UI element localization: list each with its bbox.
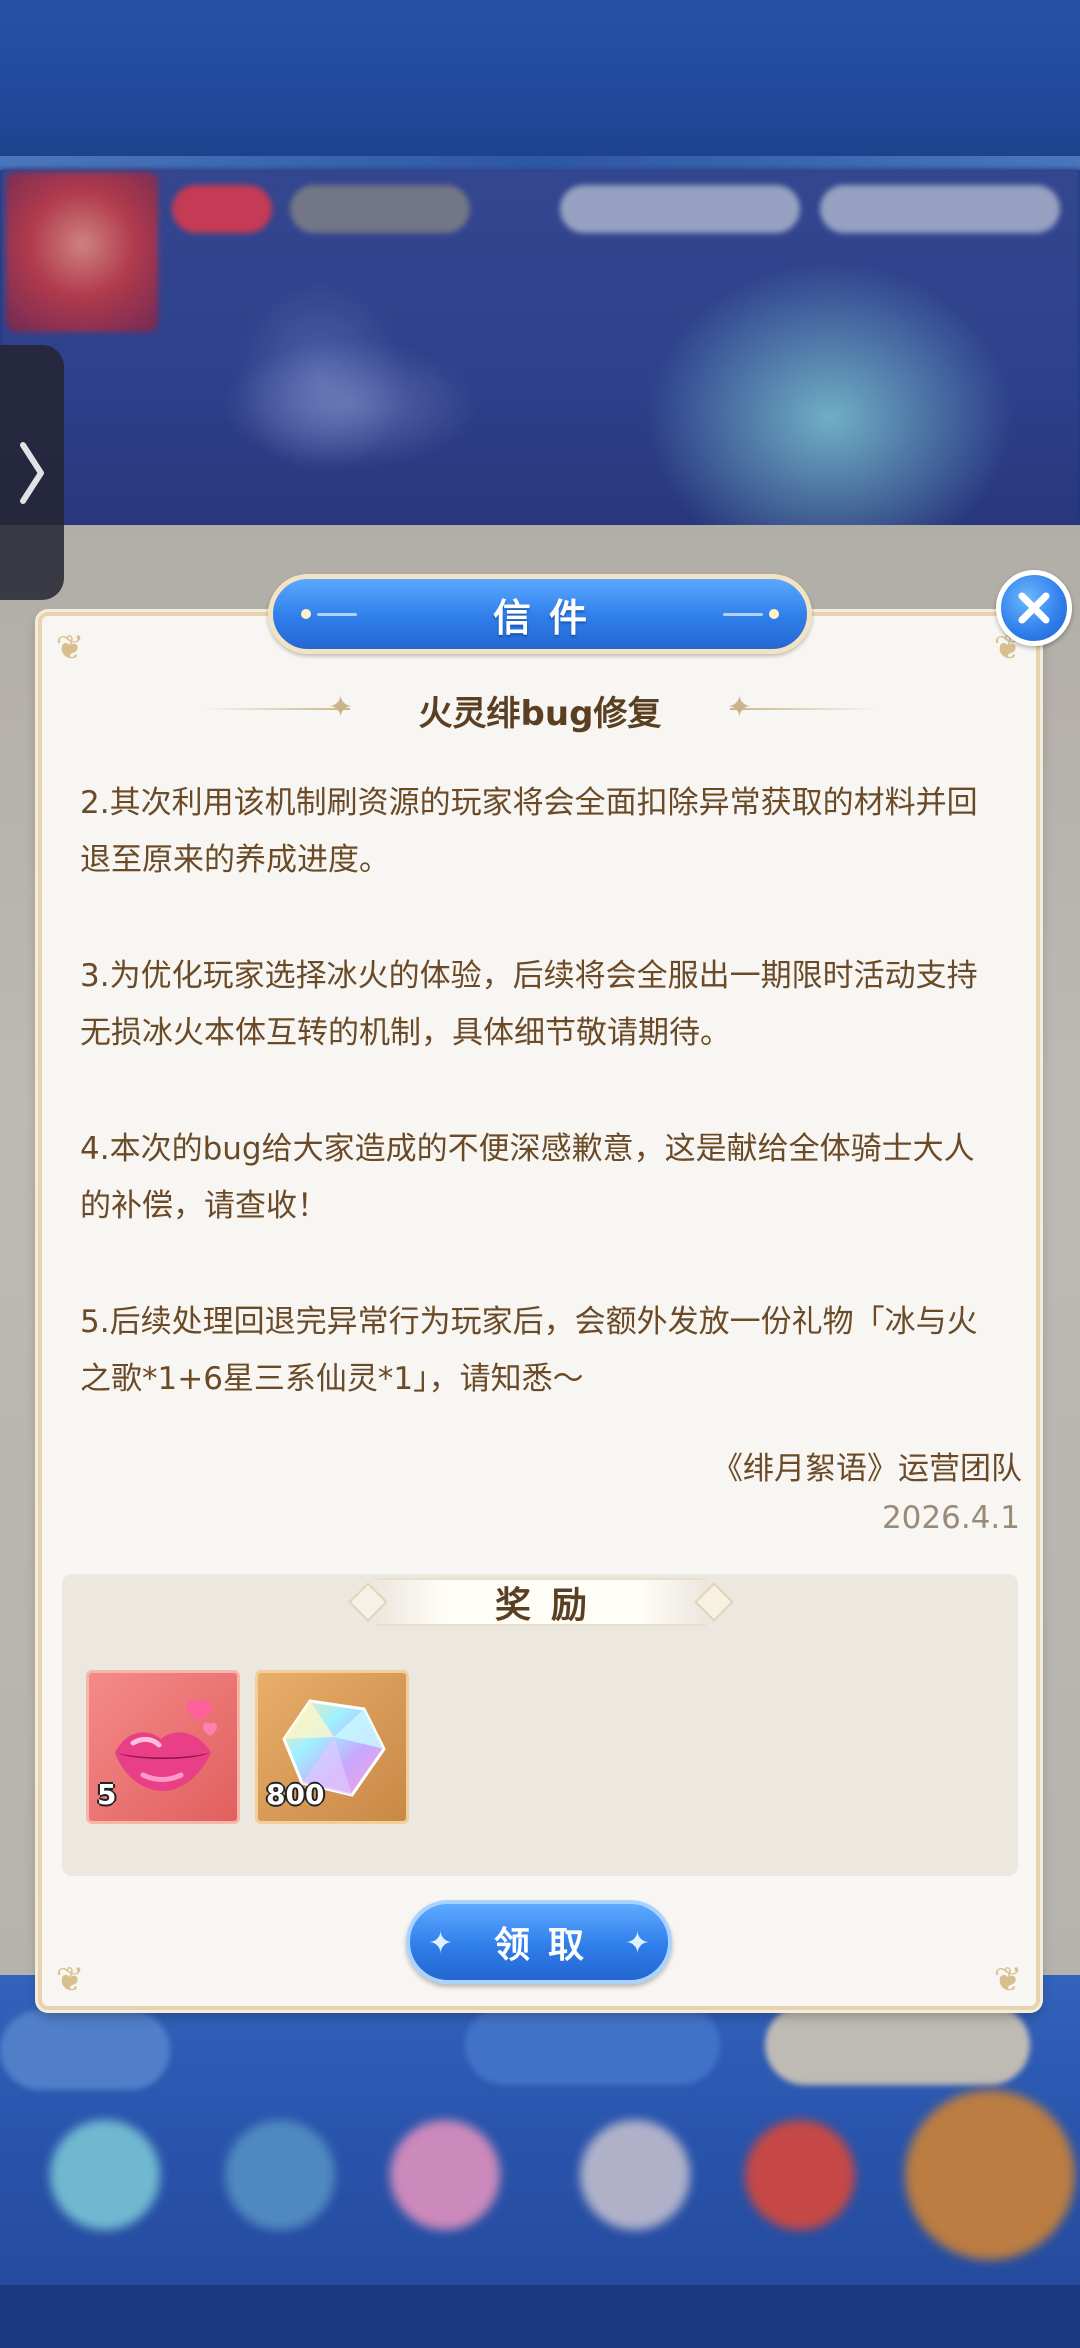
divider-line [730, 708, 880, 710]
sparkle-icon: ✦ [428, 1926, 454, 1961]
reward-item-count: 5 [97, 1778, 117, 1811]
close-icon [1018, 592, 1050, 624]
claim-button[interactable]: ✦ 领取 ✦ [406, 1900, 672, 1984]
header-line [317, 613, 357, 616]
mail-date: 2026.4.1 [881, 1500, 1020, 1536]
mail-signature: 《绯月絮语》运营团队 [712, 1451, 1022, 1487]
dialog-header: 信件 [268, 574, 812, 654]
reward-item-lips[interactable]: 5 [86, 1670, 240, 1824]
dialog-title: 信件 [492, 595, 605, 640]
corner-ornament-icon: ❦ [993, 1960, 1023, 2000]
mail-paragraph: 5.后续处理回退完异常行为玩家后，会额外发放一份礼物「冰与火之歌*1+6星三系仙… [80, 1304, 978, 1397]
mail-paragraph: 3.为优化玩家选择冰火的体验，后续将会全服出一期限时活动支持无损冰火本体互转的机… [80, 958, 978, 1051]
reward-item-count: 800 [266, 1778, 325, 1811]
mail-title-row: ✦ 火灵绯bug修复 ✦ [200, 680, 880, 740]
corner-ornament-icon: ❦ [55, 628, 85, 668]
mail-body: 2.其次利用该机制刷资源的玩家将会全面扣除异常获取的材料并回退至原来的养成进度。… [80, 775, 1000, 1467]
close-button[interactable] [996, 570, 1072, 646]
claim-button-label: 领取 [493, 1925, 602, 1966]
sparkle-icon: ✦ [624, 1926, 650, 1961]
rewards-header: 奖励 [346, 1578, 736, 1626]
rewards-title: 奖励 [494, 1585, 607, 1626]
reward-item-crystal[interactable]: 800 [255, 1670, 409, 1824]
corner-ornament-icon: ❦ [55, 1960, 85, 2000]
header-dot-icon [769, 609, 779, 619]
sparkle-icon: ✦ [328, 690, 354, 725]
mail-paragraph: 4.本次的bug给大家造成的不便深感歉意，这是献给全体骑士大人的补偿，请查收！ [80, 1131, 975, 1224]
mail-paragraph: 2.其次利用该机制刷资源的玩家将会全面扣除异常获取的材料并回退至原来的养成进度。 [80, 785, 978, 878]
lips-icon [115, 1699, 217, 1791]
header-line [723, 613, 763, 616]
header-dot-icon [301, 609, 311, 619]
mail-title: 火灵绯bug修复 [418, 693, 662, 734]
